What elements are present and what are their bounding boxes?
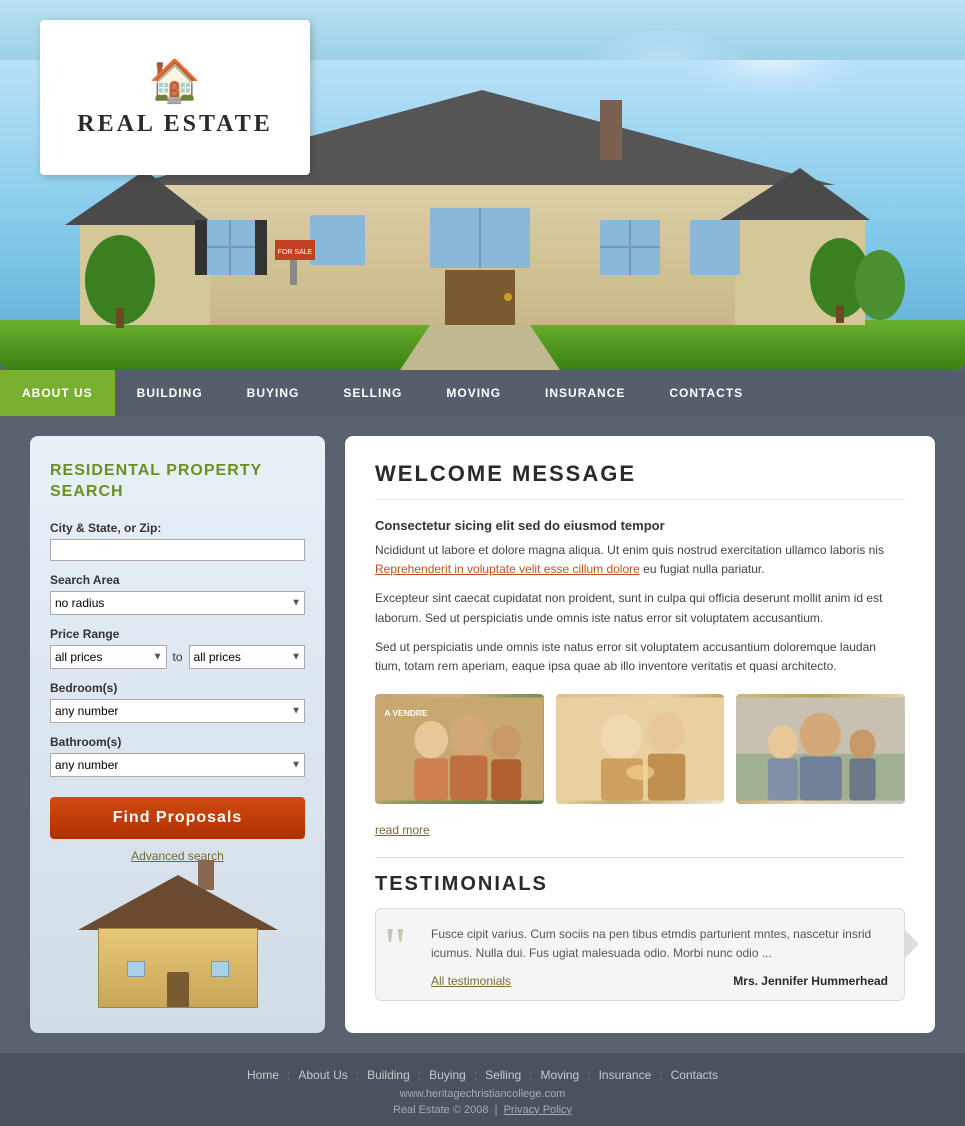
bathrooms-wrapper: any number 1 2 3 4+ ▼ — [50, 753, 305, 777]
main-content-area: WELCOME MESSAGE Consectetur sicing elit … — [345, 436, 935, 1033]
house-door-icon — [167, 972, 189, 1007]
footer-link-building[interactable]: Building — [359, 1068, 418, 1082]
price-to-label: to — [173, 650, 183, 664]
footer-link-contacts[interactable]: Contacts — [663, 1068, 726, 1082]
welcome-paragraph-2: Excepteur sint caecat cupidatat non proi… — [375, 589, 905, 627]
price-to-wrapper: all prices < $100,000 $100k-$200k $200k-… — [189, 645, 306, 669]
welcome-title: WELCOME MESSAGE — [375, 461, 905, 500]
photos-row: A VENDRE — [375, 694, 905, 804]
photo-family-3 — [736, 694, 905, 804]
svg-text:A VENDRE: A VENDRE — [384, 708, 428, 718]
nav-selling[interactable]: SELLING — [321, 370, 424, 416]
city-input[interactable] — [50, 539, 305, 561]
family-photo-1-svg: A VENDRE — [375, 694, 544, 804]
speech-bubble-arrow-icon — [904, 929, 919, 959]
testimonial-footer: All testimonials Mrs. Jennifer Hummerhea… — [431, 974, 888, 988]
welcome-paragraph-3: Sed ut perspiciatis unde omnis iste natu… — [375, 638, 905, 676]
header: FOR SALE 🏠 REAL ESTATE — [0, 0, 965, 370]
price-from-wrapper: all prices < $100,000 $100k-$200k $200k-… — [50, 645, 167, 669]
footer-privacy-link[interactable]: Privacy Policy — [504, 1104, 572, 1116]
welcome-subtitle: Consectetur sicing elit sed do eiusmod t… — [375, 518, 905, 533]
footer-copyright-text: Real Estate © 2008 — [393, 1104, 489, 1116]
bathrooms-label: Bathroom(s) — [50, 735, 305, 749]
advanced-search-link[interactable]: Advanced search — [50, 849, 305, 863]
footer-link-home[interactable]: Home — [239, 1068, 287, 1082]
family-photo-2-svg — [556, 694, 725, 804]
footer-copyright: Real Estate © 2008 | Privacy Policy — [30, 1104, 935, 1116]
footer-link-buying[interactable]: Buying — [421, 1068, 474, 1082]
testimonial-author: Mrs. Jennifer Hummerhead — [733, 974, 888, 988]
footer-link-about[interactable]: About Us — [290, 1068, 355, 1082]
footer: Home : About Us : Building : Buying : Se… — [0, 1053, 965, 1126]
bedrooms-label: Bedroom(s) — [50, 681, 305, 695]
house-window-right-icon — [211, 961, 229, 977]
footer-link-insurance[interactable]: Insurance — [591, 1068, 660, 1082]
bedrooms-select[interactable]: any number 1 2 3 4 5+ — [50, 699, 305, 723]
footer-link-selling[interactable]: Selling — [477, 1068, 529, 1082]
testimonial-box: " Fusce cipit varius. Cum sociis na pen … — [375, 908, 905, 1000]
testimonials-title: TESTIMONIALS — [375, 873, 905, 896]
nav-building[interactable]: BUILDING — [115, 370, 225, 416]
nav-moving[interactable]: MOVING — [424, 370, 523, 416]
price-range-row: all prices < $100,000 $100k-$200k $200k-… — [50, 645, 305, 669]
nav-about-us[interactable]: ABOUT US — [0, 370, 115, 416]
family-photo-3-svg — [736, 694, 905, 804]
house-window-left-icon — [127, 961, 145, 977]
logo-text: REAL ESTATE — [77, 111, 273, 138]
house-body-icon — [98, 928, 258, 1008]
navigation: ABOUT US BUILDING BUYING SELLING MOVING … — [0, 370, 965, 416]
footer-site-url: www.heritagechristiancollege.com — [30, 1088, 935, 1100]
welcome-paragraph-1: Ncididunt ut labore et dolore magna aliq… — [375, 541, 905, 579]
logo-icon: 🏠 — [149, 57, 201, 106]
price-from-select[interactable]: all prices < $100,000 $100k-$200k $200k-… — [50, 645, 167, 669]
all-testimonials-link[interactable]: All testimonials — [431, 974, 511, 988]
search-area-label: Search Area — [50, 573, 305, 587]
find-proposals-button[interactable]: Find Proposals — [50, 797, 305, 839]
sidebar: RESIDENTAL PROPERTY SEARCH City & State,… — [30, 436, 325, 1033]
welcome-text-before-link: Ncididunt ut labore et dolore magna aliq… — [375, 543, 884, 557]
welcome-text-after-link: eu fugiat nulla pariatur. — [643, 562, 764, 576]
sidebar-house-decoration — [78, 878, 278, 1008]
photo-family-2 — [556, 694, 725, 804]
testimonial-text: Fusce cipit varius. Cum sociis na pen ti… — [431, 925, 888, 963]
search-area-select[interactable]: no radius 5 miles 10 miles 25 miles 50 m… — [50, 591, 305, 615]
nav-insurance[interactable]: INSURANCE — [523, 370, 647, 416]
nav-contacts[interactable]: CONTACTS — [647, 370, 765, 416]
nav-buying[interactable]: BUYING — [225, 370, 322, 416]
read-more-link[interactable]: read more — [375, 823, 430, 837]
welcome-cillum-link[interactable]: Reprehenderit in voluptate velit esse ci… — [375, 562, 640, 576]
house-roof-icon — [78, 875, 278, 930]
bathrooms-select[interactable]: any number 1 2 3 4+ — [50, 753, 305, 777]
search-area-wrapper: no radius 5 miles 10 miles 25 miles 50 m… — [50, 591, 305, 615]
price-to-select[interactable]: all prices < $100,000 $100k-$200k $200k-… — [189, 645, 306, 669]
sidebar-title: RESIDENTAL PROPERTY SEARCH — [50, 461, 305, 503]
footer-link-moving[interactable]: Moving — [533, 1068, 588, 1082]
footer-nav: Home : About Us : Building : Buying : Se… — [30, 1068, 935, 1082]
quote-mark-icon: " — [384, 919, 406, 974]
price-range-label: Price Range — [50, 627, 305, 641]
city-label: City & State, or Zip: — [50, 521, 305, 535]
main-content: RESIDENTAL PROPERTY SEARCH City & State,… — [0, 416, 965, 1053]
bedrooms-wrapper: any number 1 2 3 4 5+ ▼ — [50, 699, 305, 723]
logo-box: 🏠 REAL ESTATE — [40, 20, 310, 175]
photo-family-1: A VENDRE — [375, 694, 544, 804]
svg-text:FOR SALE: FOR SALE — [278, 249, 313, 256]
testimonials-section: TESTIMONIALS " Fusce cipit varius. Cum s… — [375, 857, 905, 1000]
